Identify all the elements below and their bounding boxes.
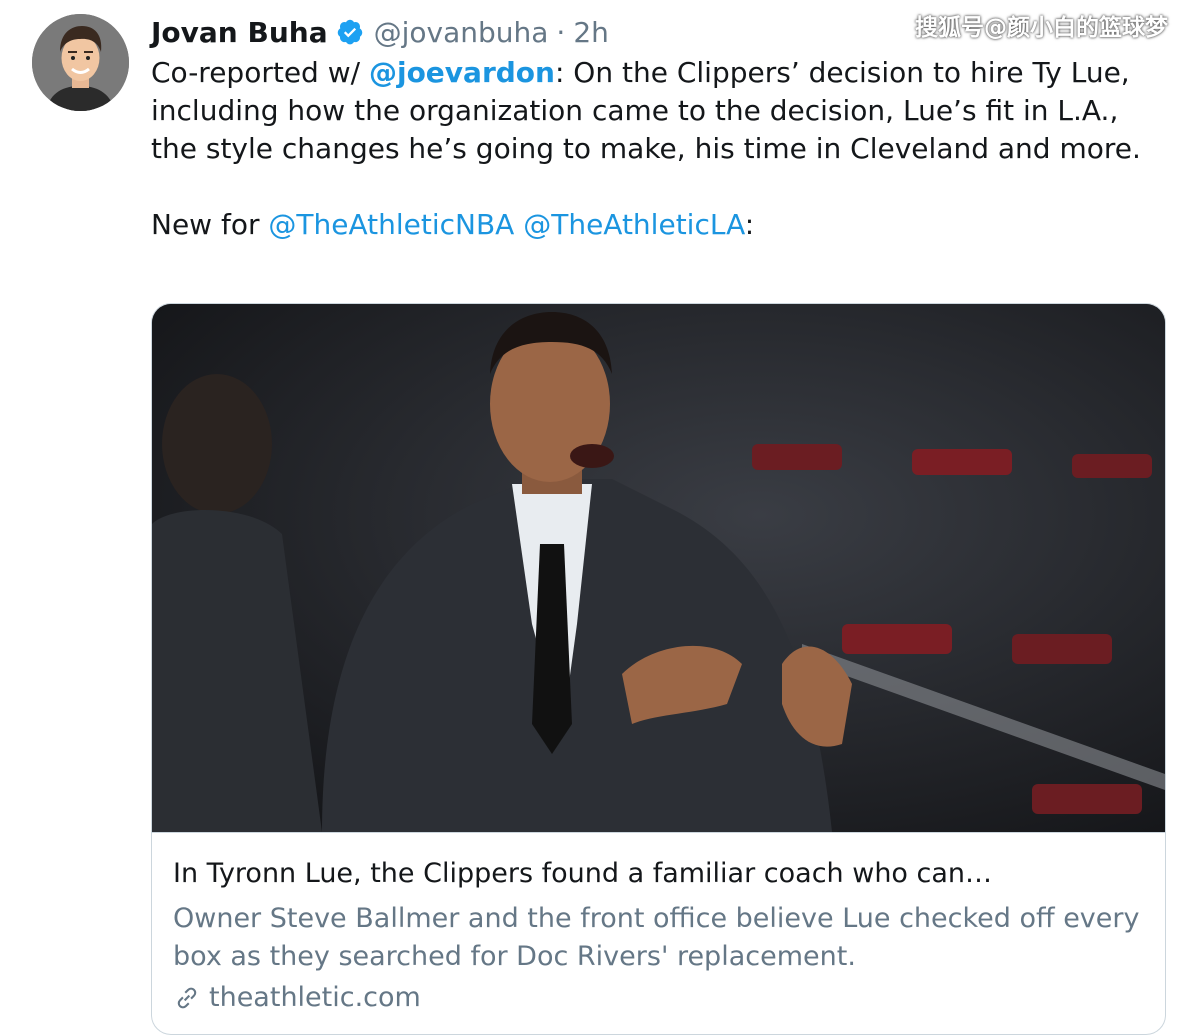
tweet-text-paragraph-2: New for @TheAthleticNBA @TheAthleticLA: xyxy=(151,206,1161,244)
coach-photo xyxy=(152,304,1165,832)
avatar[interactable] xyxy=(32,14,129,111)
card-image[interactable] xyxy=(152,304,1165,832)
watermark-text: 搜狐号@颜小白的篮球梦 xyxy=(915,15,1168,41)
card-title[interactable]: In Tyronn Lue, the Clippers found a fami… xyxy=(173,856,1153,892)
tweet-body: Co-reported w/ @joevardon: On the Clippe… xyxy=(151,54,1161,244)
tweet-text-paragraph-1: Co-reported w/ @joevardon: On the Clippe… xyxy=(151,54,1161,168)
author-display-name[interactable]: Jovan Buha xyxy=(151,16,328,49)
tweet-text: : xyxy=(744,208,755,241)
mention-theathleticla[interactable]: @TheAthleticLA xyxy=(523,208,745,241)
link-icon xyxy=(177,987,197,1009)
card-domain-text[interactable]: theathletic.com xyxy=(209,980,421,1016)
author-handle[interactable]: @jovanbuha xyxy=(374,16,549,49)
avatar-illustration xyxy=(32,14,129,111)
header-separator: · xyxy=(556,15,566,49)
card-divider xyxy=(152,832,1165,833)
mention-joevardon[interactable]: @joevardon xyxy=(369,56,555,89)
tweet: 搜狐号@颜小白的篮球梦 Jovan Buha @jovanbuha · 2h C… xyxy=(0,0,1182,1036)
tweet-text: New for xyxy=(151,208,269,241)
card-description: Owner Steve Ballmer and the front office… xyxy=(173,903,1140,972)
card-domain[interactable]: theathletic.com xyxy=(173,980,421,1016)
verified-badge-icon xyxy=(337,19,362,45)
tweet-header: Jovan Buha @jovanbuha · 2h xyxy=(151,12,609,52)
mention-theathleticnba[interactable]: @TheAthleticNBA xyxy=(268,208,514,241)
tweet-text: Co-reported w/ xyxy=(151,56,369,89)
tweet-timestamp[interactable]: 2h xyxy=(573,16,609,49)
link-preview-card[interactable]: In Tyronn Lue, the Clippers found a fami… xyxy=(151,303,1166,1035)
